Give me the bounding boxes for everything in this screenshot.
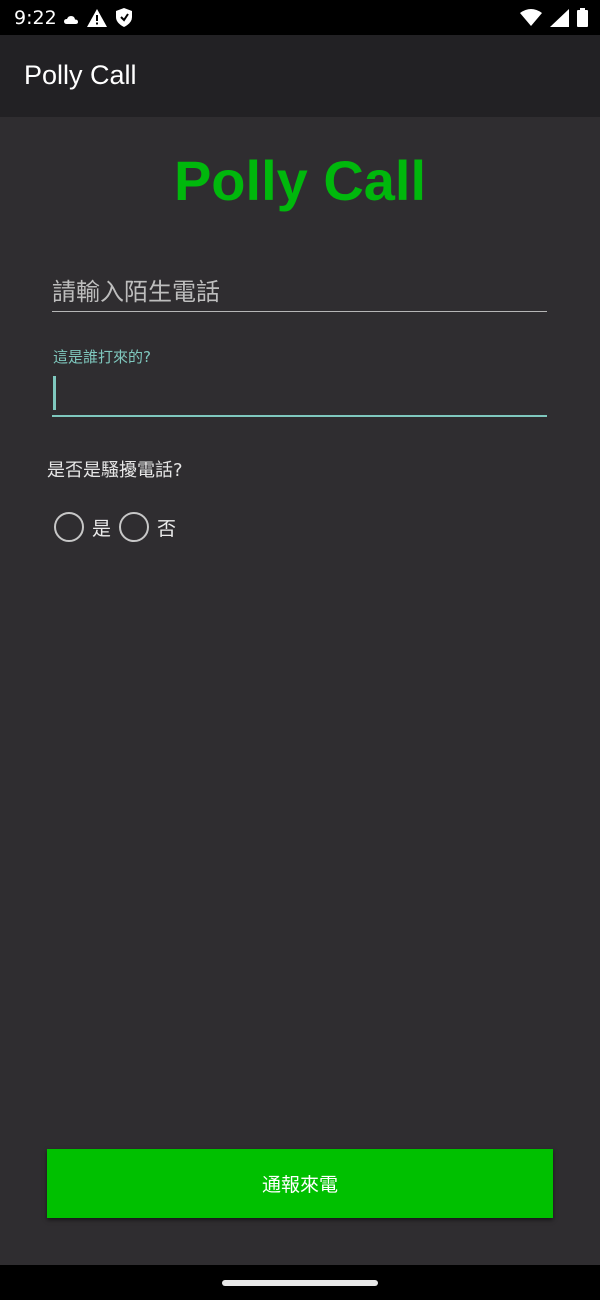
text-cursor	[53, 376, 56, 410]
shield-icon	[116, 8, 132, 31]
status-left-icons	[64, 8, 132, 31]
status-right-icons	[520, 8, 588, 31]
status-bar: 9:22	[0, 0, 600, 35]
radio-button-no[interactable]	[119, 512, 150, 542]
app-bar: Polly Call	[0, 35, 600, 117]
radio-label-yes: 是	[92, 517, 112, 540]
phone-number-input[interactable]: 請輸入陌生電話	[52, 266, 547, 312]
spam-question: 是否是騷擾電話?	[47, 460, 183, 481]
status-time: 9:22	[14, 7, 57, 29]
spam-radio-group: 是 否	[54, 512, 184, 542]
phone-number-placeholder: 請輸入陌生電話	[52, 278, 220, 306]
caller-input[interactable]	[52, 372, 547, 417]
cloud-icon	[64, 10, 78, 29]
screen: 9:22 Polly Call Polly Call 請輸入陌生電話 這是誰打來…	[0, 0, 600, 1300]
home-indicator[interactable]	[222, 1280, 378, 1286]
battery-icon	[577, 8, 588, 31]
page-title: Polly Call	[173, 149, 427, 212]
navigation-bar	[0, 1265, 600, 1300]
wifi-icon	[520, 9, 542, 30]
signal-icon	[550, 8, 569, 31]
app-bar-title: Polly Call	[24, 60, 137, 90]
warning-icon	[87, 8, 107, 31]
radio-option-no[interactable]: 否	[119, 512, 176, 542]
radio-option-yes[interactable]: 是	[54, 512, 111, 542]
radio-label-no: 否	[157, 517, 177, 540]
caller-input-label: 這是誰打來的?	[53, 348, 151, 366]
report-call-button[interactable]: 通報來電	[47, 1149, 553, 1218]
radio-button-yes[interactable]	[54, 512, 84, 542]
